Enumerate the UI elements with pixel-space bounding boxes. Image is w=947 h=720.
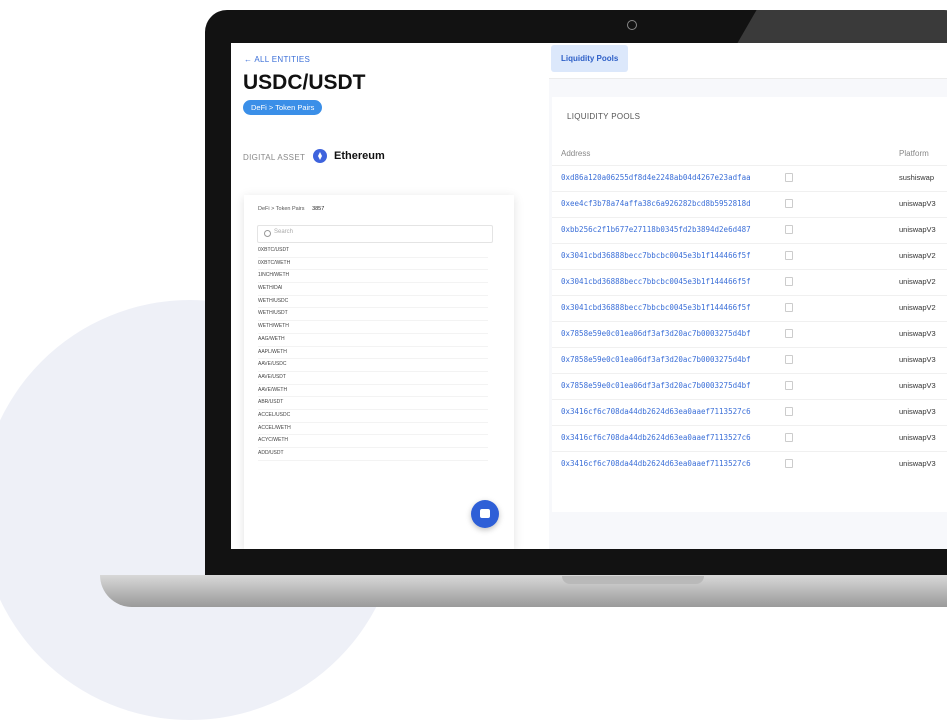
- pair-list-item[interactable]: WETH/DAI: [258, 283, 488, 296]
- table-row: 0xd86a120a06255df8d4e2248ab04d4267e23adf…: [552, 165, 947, 189]
- table-row: 0x3041cbd36888becc7bbcbc0045e3b1f144466f…: [552, 243, 947, 267]
- pair-list-item[interactable]: 0XBTC/USDT: [258, 245, 488, 258]
- table-row: 0x3416cf6c708da44db2624d63ea0aaef7113527…: [552, 425, 947, 449]
- table-row: 0x7858e59e0c01ea06df3af3d20ac7b0003275d4…: [552, 321, 947, 345]
- pool-address-link[interactable]: 0x3041cbd36888becc7bbcbc0045e3b1f144466f…: [561, 277, 751, 286]
- chat-button[interactable]: [471, 500, 499, 528]
- search-icon: [264, 230, 271, 237]
- copy-icon[interactable]: [785, 407, 793, 416]
- table-row: 0x7858e59e0c01ea06df3af3d20ac7b0003275d4…: [552, 373, 947, 397]
- page-title: USDC/USDT: [243, 71, 366, 94]
- pair-list-item[interactable]: 0XBTC/WETH: [258, 258, 488, 271]
- search-placeholder: Search: [274, 229, 294, 235]
- platform-cell: uniswapV3: [899, 433, 936, 442]
- copy-icon[interactable]: [785, 251, 793, 260]
- pair-list-item[interactable]: AAVE/USDT: [258, 372, 488, 385]
- tab-liquidity-pools[interactable]: Liquidity Pools: [551, 45, 629, 72]
- asset-name[interactable]: Ethereum: [334, 150, 385, 162]
- platform-cell: uniswapV3: [899, 459, 936, 468]
- app-screen: ← ALL ENTITIES USDC/USDT DeFi > Token Pa…: [231, 43, 947, 549]
- platform-cell: uniswapV2: [899, 251, 936, 260]
- pool-address-link[interactable]: 0x3416cf6c708da44db2624d63ea0aaef7113527…: [561, 407, 751, 416]
- platform-cell: uniswapV3: [899, 329, 936, 338]
- copy-icon[interactable]: [785, 225, 793, 234]
- main-content: Liquidity Pools LIQUIDITY POOLS Address …: [549, 43, 947, 549]
- pair-list-item[interactable]: AAG/WETH: [258, 334, 488, 347]
- pool-address-link[interactable]: 0x7858e59e0c01ea06df3af3d20ac7b0003275d4…: [561, 329, 751, 338]
- token-pairs-panel: DeFi > Token Pairs 3857 Search 0XBTC/USD…: [244, 195, 514, 549]
- laptop-base: [100, 575, 947, 607]
- digital-asset-label: DIGITAL ASSET: [243, 153, 306, 162]
- table-row: 0x7858e59e0c01ea06df3af3d20ac7b0003275d4…: [552, 347, 947, 371]
- camera-icon: [627, 20, 637, 30]
- table-row: 0xbb256c2f1b677e27118b0345fd2b3894d2e6d4…: [552, 217, 947, 241]
- pool-address-link[interactable]: 0x3416cf6c708da44db2624d63ea0aaef7113527…: [561, 459, 751, 468]
- platform-cell: uniswapV3: [899, 225, 936, 234]
- copy-icon[interactable]: [785, 303, 793, 312]
- laptop-notch: [562, 576, 704, 584]
- ethereum-icon: [313, 149, 327, 163]
- panel-heading-text: DeFi > Token Pairs: [258, 206, 305, 212]
- pair-list-item[interactable]: WETH/USDT: [258, 308, 488, 322]
- copy-icon[interactable]: [785, 355, 793, 364]
- platform-cell: uniswapV3: [899, 355, 936, 364]
- entity-sidebar: ← ALL ENTITIES USDC/USDT DeFi > Token Pa…: [231, 43, 549, 549]
- pair-search-input[interactable]: Search: [257, 225, 493, 243]
- pair-list: 0XBTC/USDT 0XBTC/WETH 1INCH/WETH WETH/DAI WE…: [258, 245, 488, 461]
- platform-cell: uniswapV3: [899, 381, 936, 390]
- pair-list-item[interactable]: ACYC/WETH: [258, 435, 488, 448]
- pair-list-item[interactable]: ADD/USDT: [258, 448, 488, 461]
- pair-count: 3857: [312, 206, 325, 212]
- pair-list-item[interactable]: WETH/WETH: [258, 321, 488, 334]
- copy-icon[interactable]: [785, 329, 793, 338]
- copy-icon[interactable]: [785, 277, 793, 286]
- pair-list-item[interactable]: 1INCH/WETH: [258, 270, 488, 284]
- tab-bar: Liquidity Pools: [549, 43, 947, 79]
- pool-address-link[interactable]: 0xee4cf3b78a74affa38c6a926282bcd8b595281…: [561, 199, 751, 208]
- table-row: 0x3416cf6c708da44db2624d63ea0aaef7113527…: [552, 399, 947, 423]
- copy-icon[interactable]: [785, 459, 793, 468]
- table-row: 0x3041cbd36888becc7bbcbc0045e3b1f144466f…: [552, 269, 947, 293]
- column-header-address: Address: [561, 149, 591, 158]
- pool-address-link[interactable]: 0xbb256c2f1b677e27118b0345fd2b3894d2e6d4…: [561, 225, 751, 234]
- table-row: 0xee4cf3b78a74affa38c6a926282bcd8b595281…: [552, 191, 947, 215]
- pool-address-link[interactable]: 0xd86a120a06255df8d4e2248ab04d4267e23adf…: [561, 173, 751, 182]
- pair-list-item[interactable]: AAVE/USDC: [258, 359, 488, 372]
- pair-list-item[interactable]: AAVE/WETH: [258, 385, 488, 398]
- platform-cell: uniswapV3: [899, 199, 936, 208]
- panel-heading: DeFi > Token Pairs 3857: [258, 206, 324, 212]
- copy-icon[interactable]: [785, 381, 793, 390]
- liquidity-pools-card: LIQUIDITY POOLS Address Platform 0xd86a1…: [552, 97, 947, 512]
- platform-cell: uniswapV2: [899, 277, 936, 286]
- pool-address-link[interactable]: 0x7858e59e0c01ea06df3af3d20ac7b0003275d4…: [561, 381, 751, 390]
- platform-cell: uniswapV2: [899, 303, 936, 312]
- pair-list-item[interactable]: AAPL/WETH: [258, 347, 488, 360]
- platform-cell: uniswapV3: [899, 407, 936, 416]
- column-header-platform: Platform: [899, 149, 929, 158]
- pair-list-item[interactable]: ABR/USDT: [258, 397, 488, 410]
- table-row: 0x3041cbd36888becc7bbcbc0045e3b1f144466f…: [552, 295, 947, 319]
- all-entities-link[interactable]: ← ALL ENTITIES: [244, 55, 310, 64]
- pair-list-item[interactable]: ACCEL/USDC: [258, 410, 488, 423]
- pair-list-item[interactable]: WETH/USDC: [258, 296, 488, 309]
- copy-icon[interactable]: [785, 199, 793, 208]
- pool-address-link[interactable]: 0x3041cbd36888becc7bbcbc0045e3b1f144466f…: [561, 251, 751, 260]
- pool-address-link[interactable]: 0x3041cbd36888becc7bbcbc0045e3b1f144466f…: [561, 303, 751, 312]
- pair-list-item[interactable]: ACCEL/WETH: [258, 423, 488, 436]
- category-badge[interactable]: DeFi > Token Pairs: [243, 100, 323, 115]
- card-title: LIQUIDITY POOLS: [567, 112, 641, 121]
- pool-address-link[interactable]: 0x7858e59e0c01ea06df3af3d20ac7b0003275d4…: [561, 355, 751, 364]
- copy-icon[interactable]: [785, 433, 793, 442]
- table-row: 0x3416cf6c708da44db2624d63ea0aaef7113527…: [552, 451, 947, 475]
- platform-cell: sushiswap: [899, 173, 935, 182]
- pool-address-link[interactable]: 0x3416cf6c708da44db2624d63ea0aaef7113527…: [561, 433, 751, 442]
- copy-icon[interactable]: [785, 173, 793, 182]
